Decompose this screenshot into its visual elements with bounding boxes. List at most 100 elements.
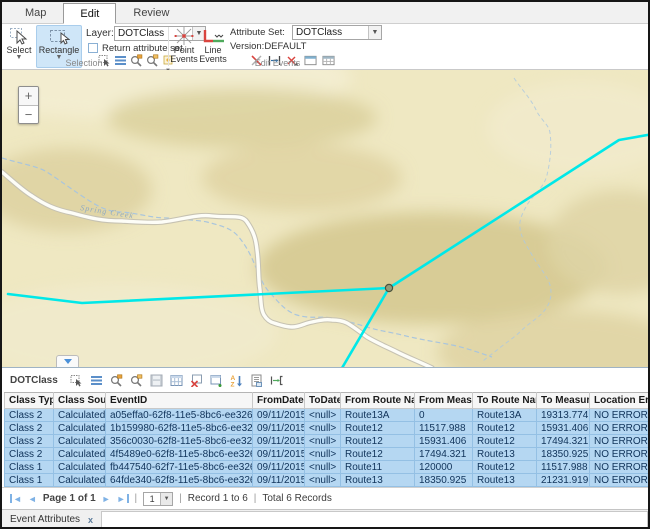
- table-cell[interactable]: NO ERROR: [590, 409, 649, 422]
- table-cell[interactable]: NO ERROR: [590, 448, 649, 461]
- page-number-dropdown-arrow[interactable]: ▼: [160, 493, 172, 505]
- table-cell[interactable]: fb447540-62f7-11e5-8bc6-ee32641d5ec9: [106, 461, 253, 474]
- table-cell[interactable]: 18350.925: [415, 474, 473, 487]
- table-cell[interactable]: 09/11/2015: [253, 474, 305, 487]
- column-header[interactable]: To Measure: [537, 393, 590, 409]
- table-cell[interactable]: NO ERROR: [590, 422, 649, 435]
- table-cell[interactable]: 11517.988: [415, 422, 473, 435]
- table-cell[interactable]: Route12: [473, 422, 537, 435]
- table-cell[interactable]: Route12: [473, 461, 537, 474]
- table-cell[interactable]: Route12: [341, 435, 415, 448]
- table-cell[interactable]: 1b159980-62f8-11e5-8bc6-ee32641d5ec9: [106, 422, 253, 435]
- map-view[interactable]: Spring Creek + −: [2, 70, 648, 368]
- table-cell[interactable]: Calculated: [54, 435, 106, 448]
- table-view-icon[interactable]: [170, 373, 184, 387]
- table-cell[interactable]: 15931.406: [537, 422, 590, 435]
- tab-event-attributes[interactable]: Event Attributes x: [2, 510, 101, 529]
- table-pan-to-selection-icon[interactable]: [130, 373, 144, 387]
- table-cell[interactable]: Class 1: [5, 474, 54, 487]
- column-header[interactable]: To Route Name: [473, 393, 537, 409]
- table-cell[interactable]: 09/11/2015: [253, 409, 305, 422]
- table-row[interactable]: Class 2Calculated4f5489e0-62f8-11e5-8bc6…: [5, 448, 649, 461]
- table-cell[interactable]: NO ERROR: [590, 435, 649, 448]
- table-cell[interactable]: Calculated: [54, 461, 106, 474]
- table-cell[interactable]: Calculated: [54, 422, 106, 435]
- table-cell[interactable]: Route12: [341, 448, 415, 461]
- table-cell[interactable]: Route12: [473, 435, 537, 448]
- column-header[interactable]: ToDate: [305, 393, 341, 409]
- zoom-out-button[interactable]: −: [19, 105, 38, 123]
- table-cell[interactable]: Calculated: [54, 409, 106, 422]
- table-cell[interactable]: 09/11/2015: [253, 422, 305, 435]
- table-cell[interactable]: 120000: [415, 461, 473, 474]
- column-header[interactable]: From Route Name: [341, 393, 415, 409]
- table-cell[interactable]: 09/11/2015: [253, 461, 305, 474]
- table-cell[interactable]: Route13A: [473, 409, 537, 422]
- table-cell[interactable]: 4f5489e0-62f8-11e5-8bc6-ee32641d5ec9: [106, 448, 253, 461]
- table-cell[interactable]: 09/11/2015: [253, 448, 305, 461]
- tab-review[interactable]: Review: [116, 2, 186, 23]
- table-cell[interactable]: Route13A: [341, 409, 415, 422]
- table-row[interactable]: Class 2Calculated1b159980-62f8-11e5-8bc6…: [5, 422, 649, 435]
- table-cell[interactable]: Class 2: [5, 435, 54, 448]
- table-menu-icon[interactable]: [90, 373, 104, 387]
- column-header[interactable]: FromDate: [253, 393, 305, 409]
- table-save-icon[interactable]: [150, 373, 164, 387]
- table-row[interactable]: Class 1Calculated64fde340-62f8-11e5-8bc6…: [5, 474, 649, 487]
- column-header[interactable]: Class Type: [5, 393, 54, 409]
- table-cell[interactable]: NO ERROR: [590, 474, 649, 487]
- table-cell[interactable]: <null>: [305, 435, 341, 448]
- table-cell[interactable]: 15931.406: [415, 435, 473, 448]
- tab-edit[interactable]: Edit: [63, 3, 116, 24]
- table-cell[interactable]: Route13: [473, 448, 537, 461]
- table-cell[interactable]: Route13: [341, 474, 415, 487]
- table-cell[interactable]: 0: [415, 409, 473, 422]
- table-cell[interactable]: Calculated: [54, 474, 106, 487]
- table-attribute-page-icon[interactable]: [250, 373, 264, 387]
- table-cell[interactable]: 09/11/2015: [253, 435, 305, 448]
- table-cell[interactable]: <null>: [305, 448, 341, 461]
- attribute-set-dropdown[interactable]: DOTClass ▼: [292, 25, 382, 40]
- table-cell[interactable]: Class 2: [5, 448, 54, 461]
- column-header[interactable]: EventID: [106, 393, 253, 409]
- table-cell[interactable]: Class 2: [5, 422, 54, 435]
- close-tab-icon[interactable]: x: [88, 515, 93, 525]
- table-cell[interactable]: NO ERROR: [590, 461, 649, 474]
- table-row[interactable]: Class 2Calculated356c0030-62f8-11e5-8bc6…: [5, 435, 649, 448]
- table-cell[interactable]: 17494.321: [415, 448, 473, 461]
- table-cell[interactable]: 19313.774: [537, 409, 590, 422]
- table-row[interactable]: Class 2Calculateda05effa0-62f8-11e5-8bc6…: [5, 409, 649, 422]
- next-page-button[interactable]: ►: [102, 494, 111, 504]
- panel-collapse-button[interactable]: [56, 355, 79, 367]
- table-cell[interactable]: Class 1: [5, 461, 54, 474]
- table-cell[interactable]: 18350.925: [537, 448, 590, 461]
- table-cell[interactable]: Route11: [341, 461, 415, 474]
- table-cell[interactable]: <null>: [305, 474, 341, 487]
- table-sort-icon[interactable]: AZ: [230, 373, 244, 387]
- first-page-button[interactable]: ◄: [10, 494, 22, 504]
- table-add-record-icon[interactable]: [210, 373, 224, 387]
- table-cell[interactable]: Class 2: [5, 409, 54, 422]
- column-header[interactable]: From Measure: [415, 393, 473, 409]
- zoom-in-button[interactable]: +: [19, 87, 38, 105]
- table-row[interactable]: Class 1Calculatedfb447540-62f7-11e5-8bc6…: [5, 461, 649, 474]
- return-attribute-set-checkbox[interactable]: [88, 43, 98, 53]
- table-cell[interactable]: Calculated: [54, 448, 106, 461]
- table-cell[interactable]: <null>: [305, 461, 341, 474]
- table-remove-record-icon[interactable]: [190, 373, 204, 387]
- table-cell[interactable]: 17494.321: [537, 435, 590, 448]
- table-cell[interactable]: 356c0030-62f8-11e5-8bc6-ee32641d5ec9: [106, 435, 253, 448]
- table-cell[interactable]: <null>: [305, 422, 341, 435]
- attribute-set-dropdown-arrow[interactable]: ▼: [368, 26, 381, 39]
- table-cell[interactable]: 64fde340-62f8-11e5-8bc6-ee32641d5ec9: [106, 474, 253, 487]
- table-zoom-to-selection-icon[interactable]: [110, 373, 124, 387]
- table-cell[interactable]: 11517.988: [537, 461, 590, 474]
- last-page-button[interactable]: ►: [117, 494, 129, 504]
- table-cell[interactable]: <null>: [305, 409, 341, 422]
- column-header[interactable]: Class Source: [54, 393, 106, 409]
- page-number-select[interactable]: 1 ▼: [143, 492, 173, 506]
- table-cell[interactable]: 21231.919: [537, 474, 590, 487]
- table-cell[interactable]: a05effa0-62f8-11e5-8bc6-ee32641d5ec9: [106, 409, 253, 422]
- previous-page-button[interactable]: ◄: [28, 494, 37, 504]
- table-select-tool-icon[interactable]: [70, 373, 84, 387]
